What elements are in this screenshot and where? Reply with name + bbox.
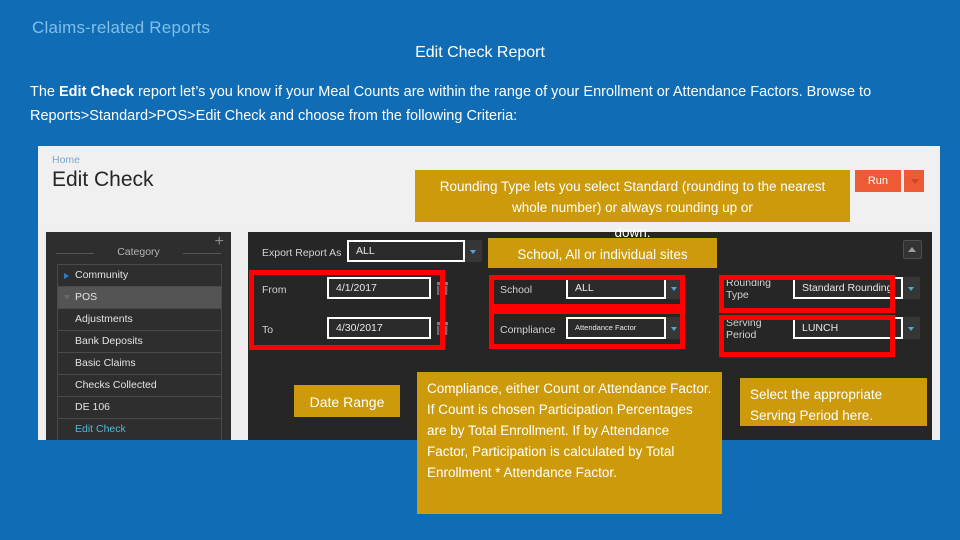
category-item-label: Checks Collected: [75, 379, 157, 391]
category-item-label: Edit Check: [75, 423, 126, 435]
chevron-down-icon: [64, 295, 70, 300]
page-title: Edit Check Report: [415, 44, 545, 61]
to-label: To: [262, 324, 274, 336]
callout-compliance: Compliance, either Count or Attendance F…: [417, 372, 722, 514]
category-item-basic-claims[interactable]: Basic Claims: [58, 353, 221, 375]
category-item-label: Bank Deposits: [75, 335, 143, 347]
category-item-label: Basic Claims: [75, 357, 136, 369]
from-date-input[interactable]: 4/1/2017: [327, 277, 431, 299]
callout-rounding-type: Rounding Type lets you select Standard (…: [415, 170, 850, 222]
export-report-as-dropdown-icon[interactable]: [465, 240, 482, 262]
compliance-label: Compliance: [500, 324, 556, 336]
intro-post: report let’s you know if your Meal Count…: [30, 84, 872, 124]
callout-date-range: Date Range: [294, 385, 400, 417]
chevron-right-icon: [64, 273, 69, 279]
run-options-caret-icon[interactable]: [904, 170, 924, 192]
category-list: Community POS Adjustments Bank Deposits …: [57, 264, 222, 440]
app-page-title: Edit Check: [52, 168, 154, 191]
intro-paragraph: The Edit Check report let’s you know if …: [30, 80, 930, 128]
category-item-bank-deposits[interactable]: Bank Deposits: [58, 331, 221, 353]
category-item-community[interactable]: Community: [58, 265, 221, 287]
calendar-icon[interactable]: [437, 282, 448, 295]
export-report-as-label: Export Report As: [262, 247, 342, 259]
to-date-input[interactable]: 4/30/2017: [327, 317, 431, 339]
category-item-label: Adjustments: [75, 313, 133, 325]
intro-pre: The: [30, 84, 60, 100]
run-button[interactable]: Run: [854, 170, 901, 192]
school-label: School: [500, 284, 533, 296]
school-dropdown-icon[interactable]: [666, 277, 683, 299]
compliance-select[interactable]: Attendance Factor: [566, 317, 666, 339]
callout-school: School, All or individual sites: [488, 238, 717, 268]
category-item-de-106[interactable]: DE 106: [58, 397, 221, 419]
category-item-pos[interactable]: POS: [58, 287, 221, 309]
school-select[interactable]: ALL: [566, 277, 666, 299]
from-label: From: [262, 284, 287, 296]
category-item-checks-collected[interactable]: Checks Collected: [58, 375, 221, 397]
calendar-icon[interactable]: [437, 322, 448, 335]
serving-period-select[interactable]: LUNCH: [793, 317, 903, 339]
intro-emphasis: Edit Check: [59, 84, 134, 100]
rounding-type-label: Rounding Type: [726, 277, 771, 301]
category-item-label: Community: [75, 269, 129, 281]
category-panel: + Category Community POS Adjustments Ban…: [46, 232, 231, 440]
category-item-adjustments[interactable]: Adjustments: [58, 309, 221, 331]
category-item-label: DE 106: [75, 401, 111, 413]
serving-period-label: Serving Period: [726, 317, 762, 341]
run-button-group: Run: [854, 170, 924, 192]
rounding-type-select[interactable]: Standard Rounding: [793, 277, 903, 299]
serving-period-dropdown-icon[interactable]: [903, 317, 920, 339]
callout-serving-period: Select the appropriate Serving Period he…: [740, 378, 927, 426]
export-report-as-input[interactable]: ALL: [347, 240, 465, 262]
category-item-edit-check[interactable]: Edit Check: [58, 419, 221, 440]
category-panel-header: Category: [56, 246, 221, 258]
slide-kicker: Claims-related Reports: [32, 18, 211, 37]
category-item-label: POS: [75, 291, 98, 303]
compliance-dropdown-icon[interactable]: [666, 317, 683, 339]
breadcrumb[interactable]: Home: [52, 154, 80, 166]
collapse-up-icon[interactable]: [903, 240, 922, 259]
rounding-type-dropdown-icon[interactable]: [903, 277, 920, 299]
